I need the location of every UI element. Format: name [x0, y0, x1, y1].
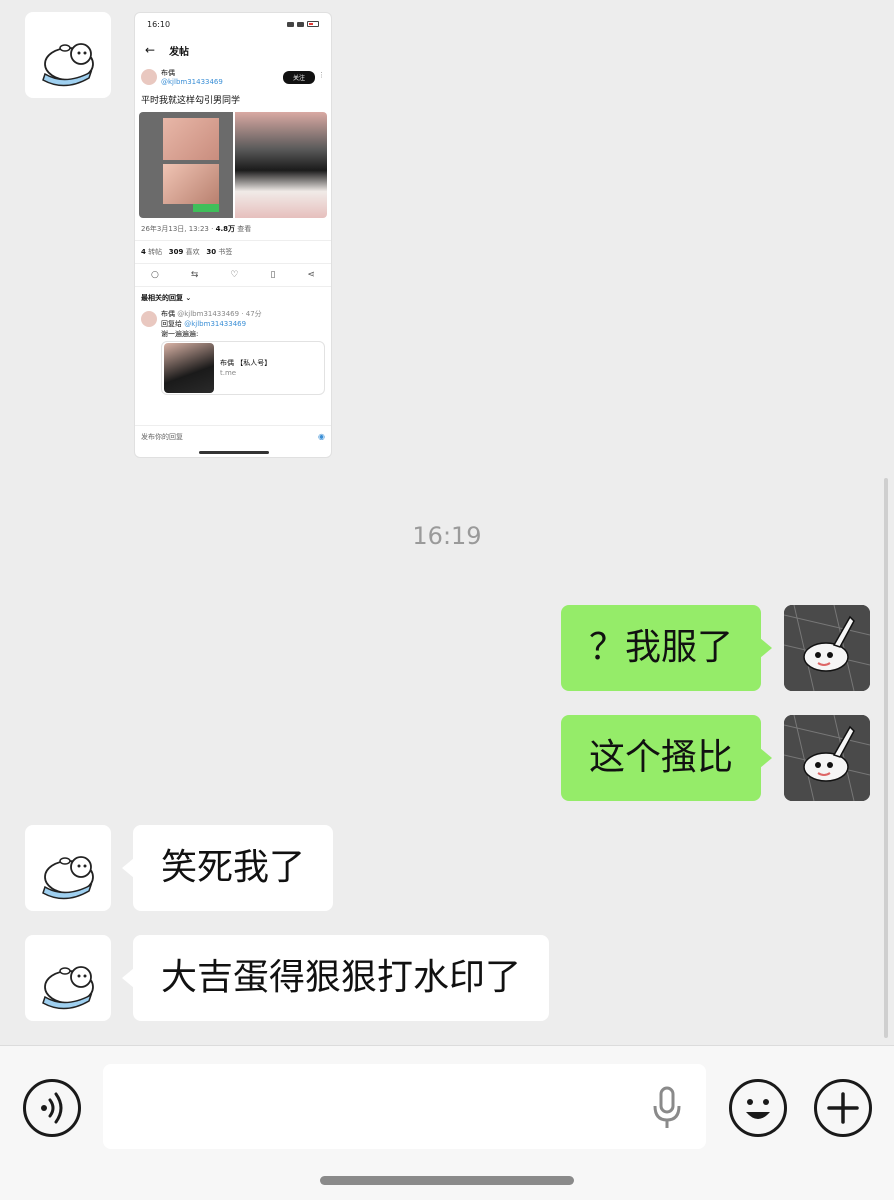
self-avatar[interactable] [784, 715, 870, 801]
reply-avatar [141, 311, 157, 327]
more-icon: ⋮ [318, 71, 325, 79]
link-card: 布偶 【私人号】 t.me [161, 341, 325, 395]
post-meta: 26年3月13日, 13:23 · 4.8万 查看 [135, 218, 331, 241]
chat-timestamp: 16:19 [412, 522, 482, 550]
more-functions-button[interactable] [814, 1079, 872, 1137]
phone-status-bar: 16:10 [135, 13, 331, 35]
link-card-domain: t.me [220, 369, 237, 377]
heart-icon: ♡ [230, 270, 239, 280]
reply-item: 布偶 @kjlbm31433469 · 47分 回复给 @kjlbm314334… [135, 307, 331, 399]
post-text: 平时我就这样勾引男同学 [141, 96, 241, 106]
rabbit-avatar-icon [784, 605, 870, 691]
reply-sort: 最相关的回复 ⌄ [141, 294, 192, 302]
message-bubble-out[interactable]: ？我服了 [560, 605, 773, 691]
emoji-button[interactable] [729, 1079, 787, 1137]
camera-icon: ◉ [318, 432, 325, 441]
reply-compose-bar: 发布你的回复 ◉ [135, 425, 331, 445]
voice-wave-icon [41, 1092, 63, 1124]
rabbit-avatar-icon [784, 715, 870, 801]
plus-icon [827, 1092, 859, 1124]
cartoon-avatar-icon [42, 856, 94, 900]
message-bubble-in[interactable]: 笑死我了 [121, 825, 334, 911]
status-time: 16:10 [147, 19, 171, 29]
author-avatar [141, 69, 157, 85]
media-image-left [139, 112, 233, 218]
message-input[interactable] [103, 1064, 706, 1149]
smiley-icon [746, 1099, 770, 1119]
repost-icon: ⇆ [190, 270, 199, 280]
cartoon-avatar-icon [42, 966, 94, 1010]
post-media [135, 112, 331, 218]
voice-mode-button[interactable] [23, 1079, 81, 1137]
microphone-icon[interactable] [650, 1086, 684, 1130]
bookmark-icon: ▯ [270, 270, 276, 280]
follow-button: 关注 [282, 71, 315, 84]
author-handle: @kjlbm31433469 [161, 78, 223, 86]
author-name: 布偶 [161, 69, 175, 77]
scrollbar[interactable] [884, 478, 888, 1038]
link-card-title: 布偶 【私人号】 [220, 359, 272, 367]
image-message-screenshot[interactable]: 16:10 ← 发帖 布偶 @kjlbm31433469 关注 ⋮ 平时我就这样… [134, 12, 332, 458]
phone-home-indicator [199, 451, 269, 454]
friend-avatar[interactable] [25, 12, 111, 98]
post-header-title: 发帖 [169, 46, 190, 58]
back-arrow-icon: ← [145, 43, 156, 57]
post-author: 布偶 @kjlbm31433469 关注 ⋮ [135, 65, 331, 91]
post-stats: 4 转帖 309 喜欢 30 书签 [135, 241, 331, 264]
battery-icon [307, 21, 319, 27]
friend-avatar[interactable] [25, 825, 111, 911]
friend-avatar[interactable] [25, 935, 111, 1021]
link-card-image [164, 343, 214, 393]
status-icons [287, 21, 319, 27]
home-indicator [320, 1176, 574, 1185]
self-avatar[interactable] [784, 605, 870, 691]
share-icon: ⋖ [307, 270, 315, 280]
comment-icon: ○ [151, 270, 159, 280]
message-bubble-out[interactable]: 这个搔比 [560, 715, 773, 801]
post-actions: ○ ⇆ ♡ ▯ ⋖ [135, 264, 331, 287]
post-header: ← 发帖 [135, 35, 331, 65]
message-bubble-in[interactable]: 大吉蛋得狠狠打水印了 [121, 935, 550, 1021]
chat-input-bar [0, 1045, 894, 1200]
cartoon-avatar-icon [42, 43, 94, 87]
media-image-right [235, 112, 327, 218]
